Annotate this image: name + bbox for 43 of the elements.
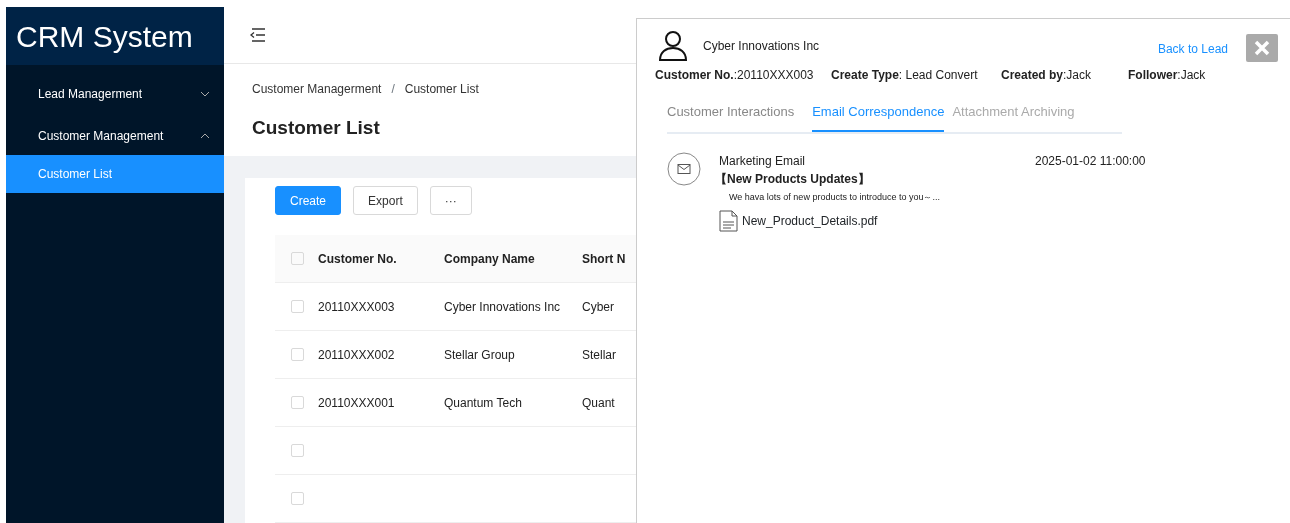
email-type: Marketing Email (719, 152, 807, 170)
menu-item[interactable]: Customer Management (6, 117, 224, 155)
mail-icon (667, 151, 701, 186)
checkbox[interactable] (291, 444, 304, 457)
table-cell: Stellar (582, 347, 616, 362)
table-cell: Stellar Group (444, 347, 515, 362)
table-cell-text: 20110XXX001 (318, 394, 395, 412)
email-time: 2025-01-02 11:00:00 (1035, 152, 1146, 170)
checkbox[interactable] (291, 252, 304, 265)
menu-fold-icon[interactable] (248, 27, 266, 42)
close-icon[interactable] (1254, 39, 1270, 56)
company-name: Cyber Innovations Inc (703, 38, 820, 55)
checkbox[interactable] (291, 300, 304, 313)
email-subject: 【New Products Updates】 (715, 170, 871, 188)
table-cell: Cyber Innovations Inc (444, 299, 561, 314)
tab[interactable]: Customer Interactions (667, 102, 795, 132)
more-button[interactable]: ··· (429, 186, 472, 215)
table-cell: Quant (582, 395, 615, 410)
column-header: Customer No. (317, 250, 398, 268)
info-field: Created by:Jack (1001, 66, 1128, 84)
table-cell-text: 20110XXX002 (318, 346, 395, 364)
table-cell: Cyber (582, 299, 614, 314)
info-field: Customer No.:20110XXX003 (655, 66, 831, 84)
breadcrumb-link[interactable]: Customer Managerment (252, 79, 382, 98)
breadcrumb-link[interactable]: Customer List (404, 79, 479, 98)
app-logo: CRM System (6, 7, 224, 65)
checkbox[interactable] (291, 492, 304, 505)
close-button[interactable] (1246, 33, 1278, 62)
attachment-link[interactable]: New_Product_Details.pdf (742, 212, 878, 230)
checkbox[interactable] (291, 396, 304, 409)
page-title: Customer List (252, 115, 381, 140)
pdf-file-icon (719, 210, 739, 232)
info-field: Follower:Jack (1128, 66, 1228, 84)
breadcrumb-separator: / (391, 80, 395, 98)
info-field: Create Type: Lead Convert (831, 66, 1001, 84)
column-header: Short N (582, 250, 627, 268)
export-button[interactable]: Export (353, 186, 418, 215)
email-preview: We hava lots of new products to introduce to you～... (729, 190, 941, 204)
checkbox[interactable] (291, 348, 304, 361)
column-header: Company Name (444, 250, 536, 268)
menu-item[interactable]: Lead Managerment (6, 75, 224, 113)
table-cell-text: 20110XXX003 (318, 298, 395, 316)
table-cell: Quantum Tech (444, 395, 522, 410)
